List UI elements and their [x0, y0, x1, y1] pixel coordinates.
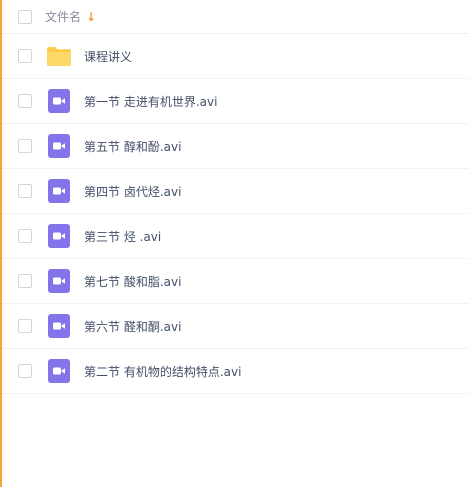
file-row[interactable]: 第五节 醇和酚.avi	[2, 124, 469, 169]
video-file-icon	[46, 223, 72, 249]
file-list-header: 文件名 ↓	[2, 0, 469, 34]
file-row[interactable]: 第二节 有机物的结构特点.avi	[2, 349, 469, 394]
file-name[interactable]: 第四节 卤代烃.avi	[84, 183, 181, 200]
file-name[interactable]: 第二节 有机物的结构特点.avi	[84, 363, 241, 380]
file-name[interactable]: 第六节 醛和酮.avi	[84, 318, 181, 335]
file-row[interactable]: 课程讲义	[2, 34, 469, 79]
row-checkbox[interactable]	[18, 364, 32, 378]
file-name[interactable]: 课程讲义	[84, 48, 132, 65]
arrow-down-icon[interactable]: ↓	[86, 11, 96, 23]
video-file-icon	[46, 268, 72, 294]
row-checkbox[interactable]	[18, 139, 32, 153]
file-row[interactable]: 第一节 走进有机世界.avi	[2, 79, 469, 124]
file-row[interactable]: 第六节 醛和酮.avi	[2, 304, 469, 349]
file-name[interactable]: 第五节 醇和酚.avi	[84, 138, 181, 155]
row-checkbox[interactable]	[18, 184, 32, 198]
filename-column-label: 文件名	[45, 10, 82, 24]
row-checkbox[interactable]	[18, 319, 32, 333]
video-file-icon	[46, 313, 72, 339]
video-file-icon	[46, 358, 72, 384]
folder-icon	[46, 43, 72, 69]
row-checkbox[interactable]	[18, 94, 32, 108]
file-name[interactable]: 第七节 酸和脂.avi	[84, 273, 181, 290]
file-name[interactable]: 第三节 烃 .avi	[84, 228, 161, 245]
file-list: 文件名 ↓ 课程讲义 第一节 走进有机世界.avi 第五节 醇和酚.avi 第四…	[2, 0, 469, 394]
row-checkbox[interactable]	[18, 49, 32, 63]
file-row[interactable]: 第三节 烃 .avi	[2, 214, 469, 259]
filename-column-header[interactable]: 文件名 ↓	[45, 8, 96, 25]
row-checkbox[interactable]	[18, 229, 32, 243]
file-name[interactable]: 第一节 走进有机世界.avi	[84, 93, 217, 110]
video-file-icon	[46, 133, 72, 159]
select-all-checkbox[interactable]	[18, 9, 32, 24]
file-row[interactable]: 第七节 酸和脂.avi	[2, 259, 469, 304]
file-row[interactable]: 第四节 卤代烃.avi	[2, 169, 469, 214]
row-checkbox[interactable]	[18, 274, 32, 288]
video-file-icon	[46, 178, 72, 204]
video-file-icon	[46, 88, 72, 114]
